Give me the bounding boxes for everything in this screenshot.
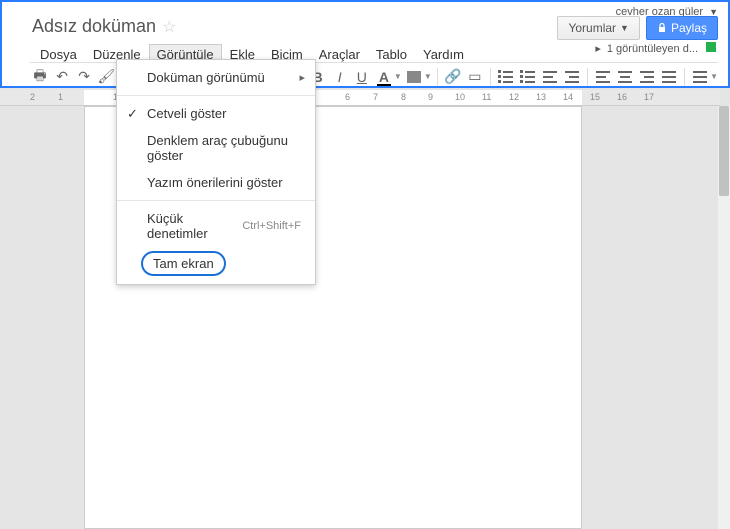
menu-item-label: Doküman görünümü (147, 70, 265, 85)
star-icon[interactable]: ☆ (162, 17, 176, 37)
scrollbar-thumb[interactable] (719, 106, 729, 196)
viewers-text: 1 görüntüleyen d... (607, 43, 698, 55)
comments-label: Yorumlar (568, 21, 616, 35)
ruler-number: 8 (401, 92, 406, 102)
header-buttons: Yorumlar ▼ Paylaş (557, 16, 718, 40)
redo-icon[interactable]: ↷ (74, 66, 94, 88)
align-justify-button[interactable] (659, 66, 679, 88)
outdent-button[interactable] (540, 66, 560, 88)
toolbar-separator (587, 68, 588, 86)
menu-item-label: Cetveli göster (147, 106, 226, 121)
share-button[interactable]: Paylaş (646, 16, 718, 40)
presence-indicator[interactable] (706, 42, 716, 52)
bullet-list-button[interactable] (518, 66, 538, 88)
title-row: Adsız doküman ☆ (32, 16, 176, 37)
menu-item-spelling[interactable]: Yazım önerilerini göster (117, 169, 315, 196)
toolbar-separator (684, 68, 685, 86)
viewer-arrow-icon: ▸ (595, 42, 601, 55)
indent-button[interactable] (562, 66, 582, 88)
insert-image-icon[interactable]: ▭ (465, 66, 485, 88)
print-icon[interactable]: 🖶 (30, 66, 50, 88)
menu-item-doc-view[interactable]: Doküman görünümü (117, 64, 315, 91)
menu-item-compact-controls[interactable]: Küçük denetimler Ctrl+Shift+F (117, 205, 315, 247)
align-right-button[interactable] (637, 66, 657, 88)
dropdown-caret-icon[interactable]: ▼ (394, 72, 402, 81)
ruler-number: 15 (590, 92, 600, 102)
menu-item-label: Küçük denetimler (147, 211, 242, 241)
menu-item-label: Tam ekran (141, 251, 226, 276)
line-spacing-button[interactable] (690, 66, 710, 88)
link-icon[interactable]: 🔗 (443, 66, 463, 88)
dropdown-caret-icon[interactable]: ▼ (710, 72, 718, 81)
ruler-margin-left (0, 90, 84, 106)
ruler-number: 1 (58, 92, 63, 102)
menu-item-label: Denklem araç çubuğunu göster (147, 133, 301, 163)
align-left-button[interactable] (593, 66, 613, 88)
dropdown-caret-icon[interactable]: ▼ (424, 72, 432, 81)
app-root: cevher ozan güler ▼ Adsız doküman ☆ Yoru… (0, 0, 730, 529)
vertical-scrollbar[interactable] (718, 106, 730, 529)
ruler-number: 12 (509, 92, 519, 102)
undo-icon[interactable]: ↶ (52, 66, 72, 88)
ruler-number: 14 (563, 92, 573, 102)
header: cevher ozan güler ▼ Adsız doküman ☆ Yoru… (0, 0, 730, 88)
menu-shortcut: Ctrl+Shift+F (242, 220, 301, 232)
underline-button[interactable]: U (352, 66, 372, 88)
text-color-button[interactable]: A (374, 66, 394, 88)
document-title[interactable]: Adsız doküman (32, 16, 156, 37)
share-label: Paylaş (671, 21, 707, 35)
menu-item-fullscreen[interactable]: Tam ekran (117, 247, 315, 280)
align-center-button[interactable] (615, 66, 635, 88)
toolbar-separator (490, 68, 491, 86)
view-menu-dropdown: Doküman görünümü Cetveli göster Denklem … (116, 59, 316, 285)
menu-item-equation-toolbar[interactable]: Denklem araç çubuğunu göster (117, 127, 315, 169)
ruler-number: 6 (345, 92, 350, 102)
italic-button[interactable]: I (330, 66, 350, 88)
menu-separator (117, 200, 315, 201)
caret-down-icon: ▼ (620, 23, 629, 33)
ruler-number: 13 (536, 92, 546, 102)
paint-format-icon[interactable]: 🖌 (96, 66, 116, 88)
ruler-number: 2 (30, 92, 35, 102)
viewers-status[interactable]: ▸ 1 görüntüleyen d... (595, 42, 698, 55)
numbered-list-button[interactable] (496, 66, 516, 88)
ruler[interactable]: 2 1 1 2 3 4 5 6 7 8 9 10 11 12 13 14 15 … (0, 90, 720, 106)
ruler-number: 11 (482, 92, 491, 102)
comments-button[interactable]: Yorumlar ▼ (557, 16, 640, 40)
ruler-number: 16 (617, 92, 627, 102)
ruler-number: 10 (455, 92, 465, 102)
ruler-number: 9 (428, 92, 433, 102)
lock-icon (657, 23, 667, 33)
ruler-number: 7 (373, 92, 378, 102)
toolbar-separator (437, 68, 438, 86)
menu-item-show-ruler[interactable]: Cetveli göster (117, 100, 315, 127)
highlight-color-button[interactable] (404, 66, 424, 88)
menu-item-label: Yazım önerilerini göster (147, 175, 283, 190)
menu-separator (117, 95, 315, 96)
ruler-number: 17 (644, 92, 654, 102)
page-area (0, 106, 718, 529)
